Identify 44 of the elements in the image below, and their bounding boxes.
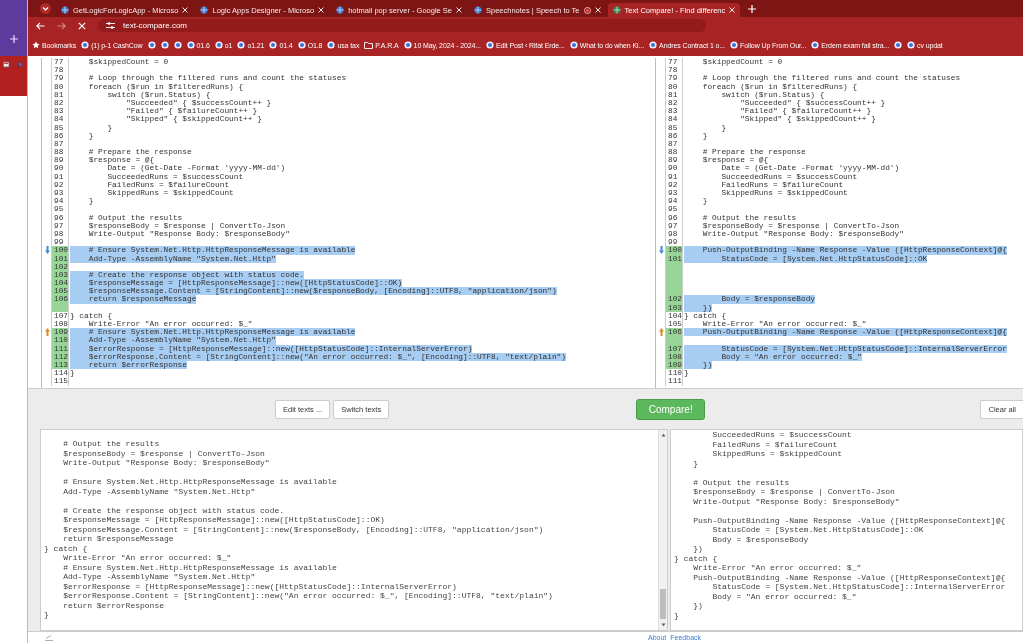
globe-icon: [612, 6, 621, 14]
arrow-down-icon[interactable]: [44, 246, 50, 255]
close-icon[interactable]: [456, 7, 462, 13]
globe-icon: [81, 41, 90, 49]
globe-icon: [336, 6, 345, 14]
sliders-icon[interactable]: [106, 22, 115, 29]
globe-icon: [269, 41, 278, 49]
globe-icon: [327, 41, 336, 49]
text-editor[interactable]: SucceededRuns = $successCount FailedRuns = $failureCount SkippedRuns = $skippedCount } # Output the results $responseBody = $response | ConvertTo-Json Write-Output "Response Body: $responseBody" Push-OutputBinding -Name Response -Value ([HttpResponseContext]@{ StatusCode = [System.Net.HttpStatusCode]::OK Body = $responseBody }) } catch { Write-Error "An error occurred: $_" Push-OutputBinding -Name Response -Value ([HttpResponseContext]@{ StatusCode = [System.Net.HttpStatusCode]::InternalServerError Body = "An error occurred: $_" }) }: [671, 430, 1022, 630]
close-icon[interactable]: [182, 7, 189, 13]
globe-icon: [485, 41, 494, 49]
address-field[interactable]: text-compare.com: [98, 19, 706, 32]
window-icon[interactable]: [3, 61, 10, 68]
globe-icon: [649, 41, 658, 49]
close-icon[interactable]: [318, 7, 325, 13]
arrow-down-icon[interactable]: [658, 246, 664, 255]
globe-icon: [569, 41, 578, 49]
forward-icon[interactable]: [57, 21, 66, 30]
globe-icon: [729, 41, 738, 49]
close-icon[interactable]: [594, 7, 601, 13]
back-icon[interactable]: [36, 21, 45, 30]
record-icon: [583, 6, 591, 14]
globe-icon: [297, 41, 306, 49]
pen-icon: [45, 634, 53, 641]
globe-icon: [474, 6, 482, 14]
plus-icon[interactable]: [9, 35, 18, 43]
arrow-up-icon[interactable]: [44, 328, 50, 337]
globe-icon: [403, 41, 412, 49]
scroll-thumb[interactable]: [660, 589, 666, 619]
caret-down-icon[interactable]: [660, 623, 666, 627]
folder-icon: [364, 41, 374, 49]
caret-up-icon[interactable]: [660, 433, 666, 437]
star-icon: [32, 41, 40, 49]
close-icon[interactable]: [729, 7, 736, 13]
arrow-up-icon[interactable]: [658, 328, 664, 337]
caret-icon[interactable]: [40, 3, 51, 14]
globe-icon: [200, 6, 209, 14]
globe-icon: [811, 41, 820, 49]
close-icon[interactable]: [78, 21, 86, 30]
globe-icon: [214, 41, 223, 49]
globe-icon: [61, 6, 69, 14]
globe-icon: [237, 41, 246, 49]
bookmark-icon-button[interactable]: [894, 41, 903, 49]
scrollbar[interactable]: [658, 430, 667, 630]
